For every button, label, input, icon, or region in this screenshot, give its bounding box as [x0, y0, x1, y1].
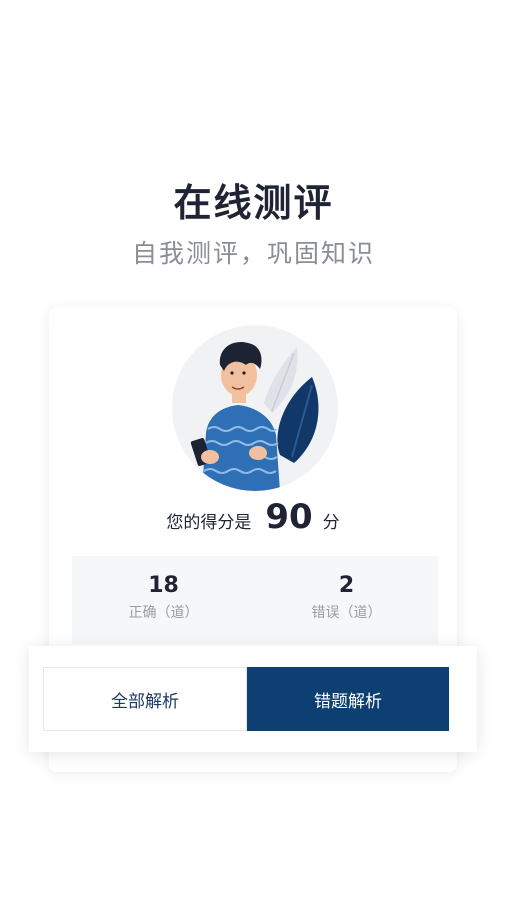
score-value: 90	[265, 497, 313, 537]
wrong-count: 2	[338, 573, 355, 598]
correct-count: 18	[148, 573, 179, 598]
action-bar: 全部解析 错题解析	[29, 646, 477, 752]
correct-label: 正确（道）	[128, 605, 199, 621]
page-title: 在线测评	[173, 180, 334, 225]
score-label: 您的得分是	[166, 513, 252, 533]
wrong-analysis-button[interactable]: 错题解析	[247, 667, 449, 731]
wrong-stat: 2 错误（道）	[255, 556, 438, 644]
page-subtitle: 自我测评，巩固知识	[131, 239, 375, 268]
score-line: 您的得分是 90 分	[49, 497, 457, 537]
all-analysis-button[interactable]: 全部解析	[43, 667, 247, 731]
score-unit: 分	[322, 513, 340, 533]
wrong-label: 错误（道）	[311, 605, 382, 621]
correct-stat: 18 正确（道）	[72, 556, 255, 644]
stats-panel: 18 正确（道） 2 错误（道）	[72, 556, 438, 644]
user-illustration	[172, 325, 338, 491]
